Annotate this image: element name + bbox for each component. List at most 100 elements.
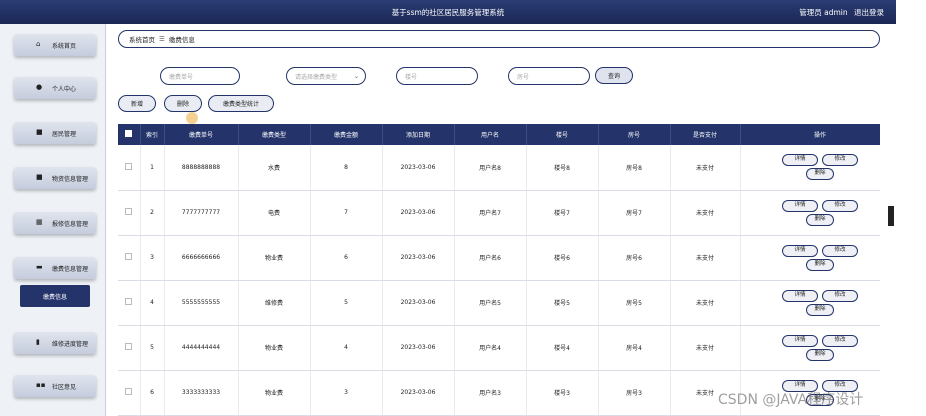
select-all-checkbox[interactable] [118,124,141,145]
cell-room: 房号5 [598,280,671,326]
sidebar-item-label: 社区意见 [52,383,77,391]
column-header: 缴费类型 [238,124,311,145]
sidebar-item-label: 维修进度管理 [52,340,89,348]
cell-amount: 3 [310,370,383,416]
edit-button[interactable]: 修改 [822,154,858,167]
row-delete-button[interactable]: 删除 [806,303,834,316]
row-checkbox[interactable] [118,235,141,281]
chevron-down-icon: ⌄ [353,73,359,80]
row-delete-button[interactable]: 删除 [806,213,834,226]
cell-amount: 8 [310,145,383,191]
cell-date: 2023-03-06 [382,280,455,326]
logout-link[interactable]: 退出登录 [854,8,884,17]
sidebar-item-supplies[interactable]: ■ 物资信息管理 [14,167,96,189]
edit-button[interactable]: 修改 [822,289,858,302]
cell-paid: 未支付 [670,325,741,371]
cell-index: 3 [140,235,165,281]
cell-actions: 详情 修改 删除 [740,280,880,326]
breadcrumb-home[interactable]: 系统首页 [129,34,155,44]
delete-button[interactable]: 删除 [164,95,202,112]
sidebar-item-profile[interactable]: ● 个人中心 [14,77,96,99]
cell-building: 楼号3 [526,370,599,416]
user-area: 管理员 admin 退出登录 [795,7,884,18]
sidebar-item-label: 报修信息管理 [52,220,89,228]
detail-button[interactable]: 详情 [782,289,818,302]
row-checkbox[interactable] [118,370,141,416]
cell-actions: 详情 修改 删除 [740,235,880,281]
room-search-input[interactable]: 房号 [508,67,590,85]
cell-paid: 未支付 [670,190,741,236]
table-row: 4 5555555555 维修费 5 2023-03-06 用户名5 楼号5 房号5 未支付 详情… [118,280,880,326]
detail-button[interactable]: 详情 [782,334,818,347]
column-header: 用户名 [454,124,527,145]
cell-type: 水费 [238,145,311,191]
cell-date: 2023-03-06 [382,235,455,281]
cell-amount: 7 [310,190,383,236]
cell-amount: 6 [310,235,383,281]
sidebar-item-label: 居民管理 [52,130,77,138]
query-button[interactable]: 查询 [595,67,633,84]
bill-no-search-input[interactable]: 缴费单号 [160,67,240,85]
row-checkbox[interactable] [118,190,141,236]
payment-type-stats-button[interactable]: 缴费类型统计 [208,95,274,112]
cell-bill-no: 6666666666 [164,235,239,281]
sidebar-item-residents[interactable]: ■ 居民管理 [14,122,96,144]
sidebar-subitem-payment-info[interactable]: 缴费信息 [20,285,90,307]
cell-actions: 详情 修改 删除 [740,325,880,371]
payment-table: 索引 缴费单号 缴费类型 缴费金额 添加日期 用户名 楼号 房号 是否支付 操作… [118,124,880,416]
detail-button[interactable]: 详情 [782,244,818,257]
row-checkbox[interactable] [118,325,141,371]
column-header: 索引 [140,124,165,145]
cell-username: 用户名6 [454,235,527,281]
cell-bill-no: 7777777777 [164,190,239,236]
scrollbar-handle[interactable] [888,206,894,226]
column-header: 添加日期 [382,124,455,145]
add-button[interactable]: 新增 [118,95,156,112]
column-header: 操作 [740,124,880,145]
supplies-icon: ■ [36,173,43,181]
home-icon: ⌂ [36,40,41,48]
row-delete-button[interactable]: 删除 [806,168,834,181]
edit-button[interactable]: 修改 [822,199,858,212]
edit-button[interactable]: 修改 [822,244,858,257]
row-delete-button[interactable]: 删除 [806,258,834,271]
cell-room: 房号4 [598,325,671,371]
cell-index: 6 [140,370,165,416]
row-checkbox[interactable] [118,145,141,191]
cell-room: 房号6 [598,235,671,281]
cell-username: 用户名4 [454,325,527,371]
sidebar-item-label: 物资信息管理 [52,175,89,183]
building-search-input[interactable]: 楼号 [396,67,478,85]
column-header: 缴费金额 [310,124,383,145]
detail-button[interactable]: 详情 [782,154,818,167]
edit-button[interactable]: 修改 [822,334,858,347]
cell-building: 楼号7 [526,190,599,236]
detail-button[interactable]: 详情 [782,199,818,212]
breadcrumb: 系统首页 ☰ 缴费信息 [118,30,880,48]
cell-amount: 4 [310,325,383,371]
cell-paid: 未支付 [670,235,741,281]
row-delete-button[interactable]: 删除 [806,348,834,361]
sidebar-item-repair-progress[interactable]: ▮ 维修进度管理 [14,332,96,354]
top-bar: 基于ssm的社区居民服务管理系统 管理员 admin 退出登录 [0,0,896,24]
sidebar-item-opinions[interactable]: ▪▪ 社区意见 [14,375,96,397]
cursor-highlight [186,112,198,124]
payment-type-select[interactable]: 请选择缴费类型 ⌄ [286,67,366,85]
cell-username: 用户名8 [454,145,527,191]
sidebar-item-repairs[interactable]: ▦ 报修信息管理 [14,212,96,234]
cell-index: 2 [140,190,165,236]
cell-actions: 详情 修改 删除 [740,145,880,191]
row-checkbox[interactable] [118,280,141,326]
cell-bill-no: 5555555555 [164,280,239,326]
sidebar-item-home[interactable]: ⌂ 系统首页 [14,34,96,56]
sidebar-item-payment-mgmt[interactable]: ▬ 缴费信息管理 [14,257,96,279]
cell-building: 楼号8 [526,145,599,191]
payment-icon: ▬ [36,263,43,271]
cell-room: 房号7 [598,190,671,236]
user-label: 管理员 admin [799,8,848,17]
cell-type: 物业费 [238,325,311,371]
app-title: 基于ssm的社区居民服务管理系统 [391,8,505,17]
column-header: 是否支付 [670,124,741,145]
cell-paid: 未支付 [670,145,741,191]
breadcrumb-separator-icon: ☰ [159,35,165,43]
